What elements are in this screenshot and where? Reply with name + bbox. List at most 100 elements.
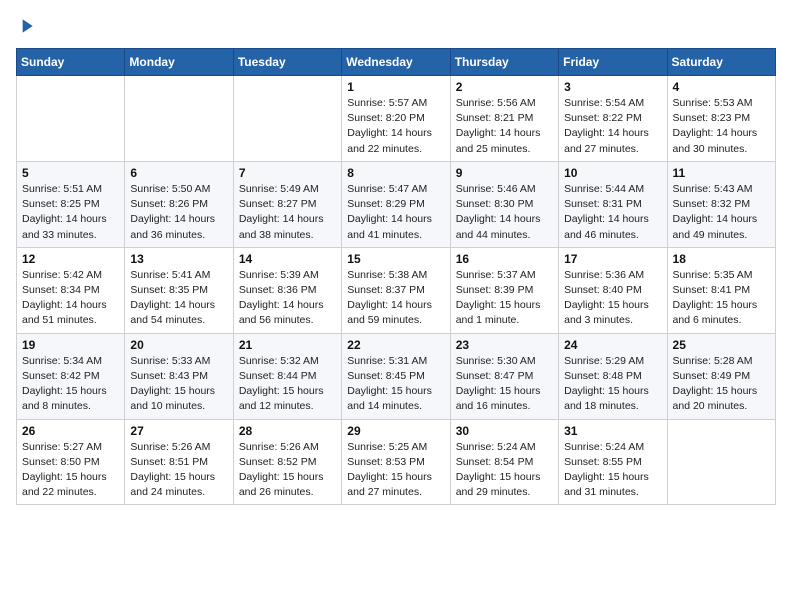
- weekday-header-cell: Thursday: [450, 49, 558, 76]
- calendar-day-cell: 24 Sunrise: 5:29 AM Sunset: 8:48 PM Dayli…: [559, 333, 667, 419]
- logo-icon: [16, 16, 36, 36]
- day-number: 3: [564, 80, 661, 94]
- day-number: 11: [673, 166, 770, 180]
- calendar-body: 1Sunrise: 5:57 AM Sunset: 8:20 PM Daylig…: [17, 76, 776, 505]
- day-number: 21: [239, 338, 336, 352]
- day-number: 16: [456, 252, 553, 266]
- calendar-day-cell: 21 Sunrise: 5:32 AM Sunset: 8:44 PM Dayli…: [233, 333, 341, 419]
- day-number: 17: [564, 252, 661, 266]
- day-number: 1: [347, 80, 444, 94]
- calendar-day-cell: 18Sunrise: 5:35 AM Sunset: 8:41 PM Dayli…: [667, 247, 775, 333]
- weekday-header-cell: Friday: [559, 49, 667, 76]
- calendar-day-cell: 20 Sunrise: 5:33 AM Sunset: 8:43 PM Dayli…: [125, 333, 233, 419]
- day-info: Sunrise: 5:46 AM Sunset: 8:30 PM Dayligh…: [456, 182, 553, 243]
- day-info: Sunrise: 5:47 AM Sunset: 8:29 PM Dayligh…: [347, 182, 444, 243]
- day-number: 24: [564, 338, 661, 352]
- day-number: 2: [456, 80, 553, 94]
- weekday-header-cell: Wednesday: [342, 49, 450, 76]
- day-info: Sunrise: 5:38 AM Sunset: 8:37 PM Dayligh…: [347, 268, 444, 329]
- day-number: 7: [239, 166, 336, 180]
- day-number: 13: [130, 252, 227, 266]
- calendar-day-cell: [17, 76, 125, 162]
- day-number: 12: [22, 252, 119, 266]
- day-info: Sunrise: 5:43 AM Sunset: 8:32 PM Dayligh…: [673, 182, 770, 243]
- day-info: Sunrise: 5:31 AM Sunset: 8:45 PM Dayligh…: [347, 354, 444, 415]
- day-number: 20: [130, 338, 227, 352]
- calendar-day-cell: 27 Sunrise: 5:26 AM Sunset: 8:51 PM Dayli…: [125, 419, 233, 505]
- calendar-day-cell: 1Sunrise: 5:57 AM Sunset: 8:20 PM Daylig…: [342, 76, 450, 162]
- day-info: Sunrise: 5:30 AM Sunset: 8:47 PM Dayligh…: [456, 354, 553, 415]
- calendar-day-cell: 12 Sunrise: 5:42 AM Sunset: 8:34 PM Dayli…: [17, 247, 125, 333]
- day-info: Sunrise: 5:54 AM Sunset: 8:22 PM Dayligh…: [564, 96, 661, 157]
- day-number: 8: [347, 166, 444, 180]
- day-info: Sunrise: 5:33 AM Sunset: 8:43 PM Dayligh…: [130, 354, 227, 415]
- calendar-day-cell: 4 Sunrise: 5:53 AM Sunset: 8:23 PM Daylig…: [667, 76, 775, 162]
- day-info: Sunrise: 5:34 AM Sunset: 8:42 PM Dayligh…: [22, 354, 119, 415]
- day-number: 30: [456, 424, 553, 438]
- day-info: Sunrise: 5:26 AM Sunset: 8:51 PM Dayligh…: [130, 440, 227, 501]
- day-info: Sunrise: 5:29 AM Sunset: 8:48 PM Dayligh…: [564, 354, 661, 415]
- day-number: 31: [564, 424, 661, 438]
- day-info: Sunrise: 5:49 AM Sunset: 8:27 PM Dayligh…: [239, 182, 336, 243]
- day-info: Sunrise: 5:53 AM Sunset: 8:23 PM Dayligh…: [673, 96, 770, 157]
- day-number: 26: [22, 424, 119, 438]
- calendar-day-cell: 7 Sunrise: 5:49 AM Sunset: 8:27 PM Daylig…: [233, 161, 341, 247]
- day-number: 29: [347, 424, 444, 438]
- calendar-day-cell: 19 Sunrise: 5:34 AM Sunset: 8:42 PM Dayli…: [17, 333, 125, 419]
- page-header: [16, 16, 776, 36]
- calendar-day-cell: 25Sunrise: 5:28 AM Sunset: 8:49 PM Dayli…: [667, 333, 775, 419]
- day-number: 23: [456, 338, 553, 352]
- day-number: 14: [239, 252, 336, 266]
- day-number: 5: [22, 166, 119, 180]
- day-info: Sunrise: 5:39 AM Sunset: 8:36 PM Dayligh…: [239, 268, 336, 329]
- calendar-week-row: 26 Sunrise: 5:27 AM Sunset: 8:50 PM Dayli…: [17, 419, 776, 505]
- calendar-day-cell: 28Sunrise: 5:26 AM Sunset: 8:52 PM Dayli…: [233, 419, 341, 505]
- calendar-day-cell: [233, 76, 341, 162]
- day-number: 18: [673, 252, 770, 266]
- calendar-day-cell: 30 Sunrise: 5:24 AM Sunset: 8:54 PM Dayli…: [450, 419, 558, 505]
- day-number: 9: [456, 166, 553, 180]
- day-info: Sunrise: 5:24 AM Sunset: 8:54 PM Dayligh…: [456, 440, 553, 501]
- calendar-day-cell: 26 Sunrise: 5:27 AM Sunset: 8:50 PM Dayli…: [17, 419, 125, 505]
- day-info: Sunrise: 5:24 AM Sunset: 8:55 PM Dayligh…: [564, 440, 661, 501]
- calendar-day-cell: 23 Sunrise: 5:30 AM Sunset: 8:47 PM Dayli…: [450, 333, 558, 419]
- calendar-day-cell: 15 Sunrise: 5:38 AM Sunset: 8:37 PM Dayli…: [342, 247, 450, 333]
- day-number: 22: [347, 338, 444, 352]
- calendar-day-cell: 17 Sunrise: 5:36 AM Sunset: 8:40 PM Dayli…: [559, 247, 667, 333]
- calendar-day-cell: [125, 76, 233, 162]
- day-info: Sunrise: 5:28 AM Sunset: 8:49 PM Dayligh…: [673, 354, 770, 415]
- day-number: 27: [130, 424, 227, 438]
- calendar-week-row: 1Sunrise: 5:57 AM Sunset: 8:20 PM Daylig…: [17, 76, 776, 162]
- day-info: Sunrise: 5:42 AM Sunset: 8:34 PM Dayligh…: [22, 268, 119, 329]
- weekday-header-row: SundayMondayTuesdayWednesdayThursdayFrid…: [17, 49, 776, 76]
- day-number: 10: [564, 166, 661, 180]
- calendar-day-cell: 2Sunrise: 5:56 AM Sunset: 8:21 PM Daylig…: [450, 76, 558, 162]
- calendar-week-row: 5Sunrise: 5:51 AM Sunset: 8:25 PM Daylig…: [17, 161, 776, 247]
- day-number: 4: [673, 80, 770, 94]
- calendar-day-cell: 29Sunrise: 5:25 AM Sunset: 8:53 PM Dayli…: [342, 419, 450, 505]
- calendar-week-row: 19 Sunrise: 5:34 AM Sunset: 8:42 PM Dayli…: [17, 333, 776, 419]
- calendar-day-cell: 11 Sunrise: 5:43 AM Sunset: 8:32 PM Dayli…: [667, 161, 775, 247]
- calendar-day-cell: 9 Sunrise: 5:46 AM Sunset: 8:30 PM Daylig…: [450, 161, 558, 247]
- calendar-day-cell: 31 Sunrise: 5:24 AM Sunset: 8:55 PM Dayli…: [559, 419, 667, 505]
- day-info: Sunrise: 5:36 AM Sunset: 8:40 PM Dayligh…: [564, 268, 661, 329]
- day-info: Sunrise: 5:32 AM Sunset: 8:44 PM Dayligh…: [239, 354, 336, 415]
- day-number: 6: [130, 166, 227, 180]
- day-info: Sunrise: 5:41 AM Sunset: 8:35 PM Dayligh…: [130, 268, 227, 329]
- day-info: Sunrise: 5:37 AM Sunset: 8:39 PM Dayligh…: [456, 268, 553, 329]
- weekday-header-cell: Monday: [125, 49, 233, 76]
- weekday-header-cell: Saturday: [667, 49, 775, 76]
- day-info: Sunrise: 5:27 AM Sunset: 8:50 PM Dayligh…: [22, 440, 119, 501]
- calendar-day-cell: 3 Sunrise: 5:54 AM Sunset: 8:22 PM Daylig…: [559, 76, 667, 162]
- day-number: 19: [22, 338, 119, 352]
- calendar-day-cell: 10Sunrise: 5:44 AM Sunset: 8:31 PM Dayli…: [559, 161, 667, 247]
- weekday-header-cell: Sunday: [17, 49, 125, 76]
- calendar-day-cell: 22 Sunrise: 5:31 AM Sunset: 8:45 PM Dayli…: [342, 333, 450, 419]
- calendar-day-cell: 6Sunrise: 5:50 AM Sunset: 8:26 PM Daylig…: [125, 161, 233, 247]
- calendar-day-cell: 8 Sunrise: 5:47 AM Sunset: 8:29 PM Daylig…: [342, 161, 450, 247]
- day-number: 15: [347, 252, 444, 266]
- calendar-day-cell: 13 Sunrise: 5:41 AM Sunset: 8:35 PM Dayli…: [125, 247, 233, 333]
- day-number: 28: [239, 424, 336, 438]
- calendar-table: SundayMondayTuesdayWednesdayThursdayFrid…: [16, 48, 776, 505]
- calendar-day-cell: 5Sunrise: 5:51 AM Sunset: 8:25 PM Daylig…: [17, 161, 125, 247]
